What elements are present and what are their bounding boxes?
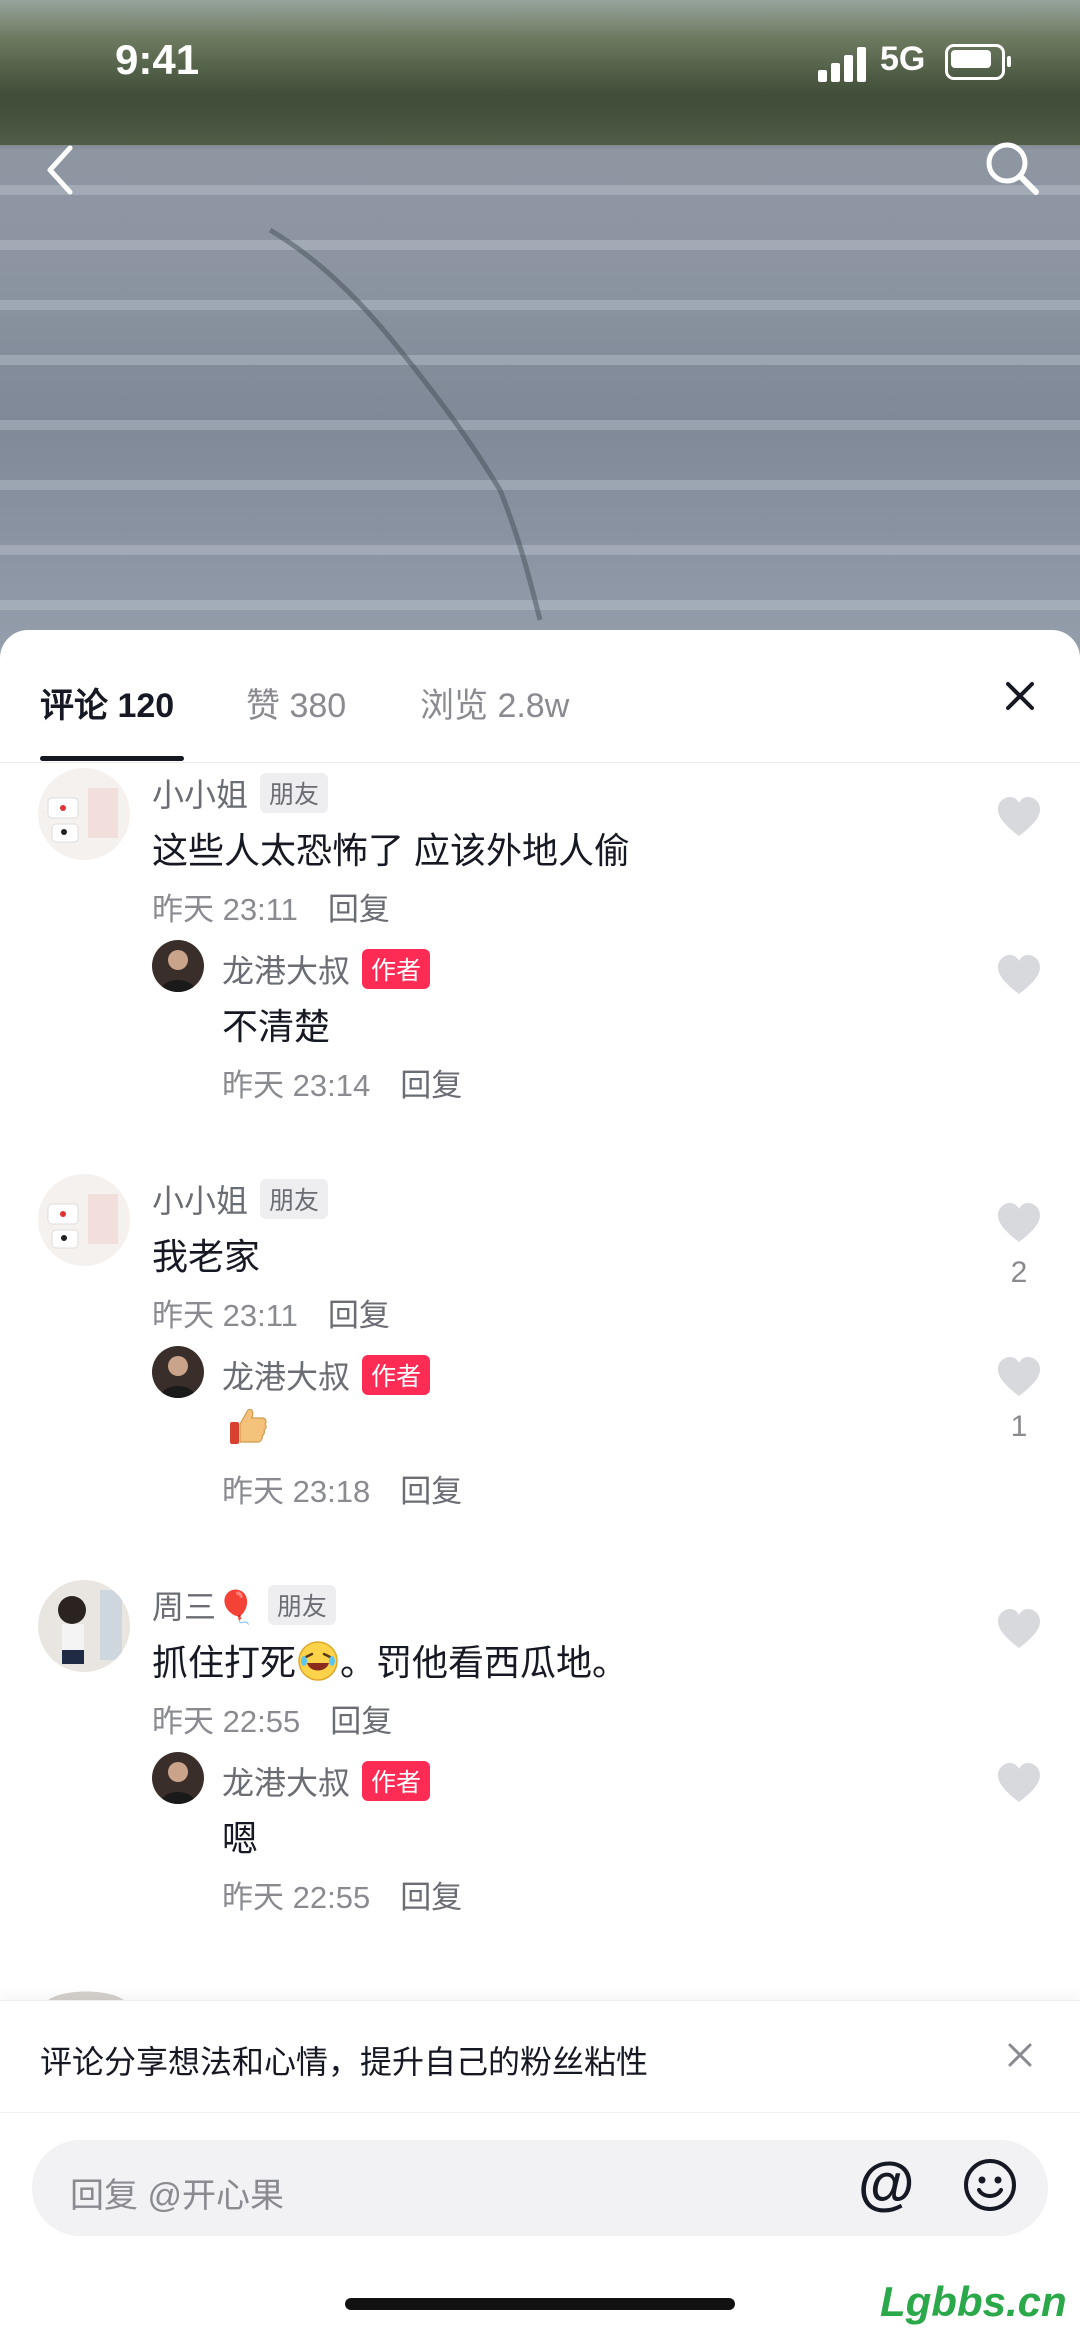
back-arrow-icon[interactable] <box>40 140 80 200</box>
emoji-icon[interactable] <box>962 2157 1018 2213</box>
reply-button[interactable]: 回复 <box>400 1880 462 1915</box>
comment-author[interactable]: 小小姐 朋友 <box>152 1176 329 1222</box>
heart-icon[interactable] <box>996 1202 1042 1244</box>
active-tab-indicator <box>40 756 184 761</box>
tab-likes[interactable]: 赞 380 <box>246 678 346 727</box>
avatar[interactable] <box>38 1580 130 1672</box>
reply-button[interactable]: 回复 <box>328 892 390 927</box>
friend-badge: 朋友 <box>260 1179 329 1219</box>
heart-icon[interactable] <box>996 1762 1042 1804</box>
laughing-emoji-icon <box>298 1641 338 1681</box>
avatar[interactable] <box>152 1346 204 1398</box>
comment-time: 昨天 23:14 <box>222 1068 371 1103</box>
close-icon[interactable] <box>1000 676 1040 716</box>
tip-text: 评论分享想法和心情，提升自己的粉丝粘性 <box>40 2044 649 2080</box>
tab-views[interactable]: 浏览 2.8w <box>420 678 569 727</box>
avatar[interactable] <box>38 1174 130 1266</box>
watermark: Lgbbs.cn <box>880 2278 1067 2325</box>
tab-bar: 评论 120 赞 380 浏览 2.8w <box>0 630 1080 763</box>
author-badge: 作者 <box>362 949 431 989</box>
avatar[interactable] <box>152 1752 204 1804</box>
at-icon[interactable]: @ <box>858 2155 915 2213</box>
heart-icon[interactable] <box>996 954 1042 996</box>
comment-time: 昨天 23:11 <box>152 1298 298 1333</box>
comment-meta: 昨天 23:14 回复 <box>222 1060 462 1105</box>
video-background <box>0 0 1080 660</box>
comment-author[interactable]: 周三🎈 朋友 <box>152 1582 336 1628</box>
comment-meta: 昨天 23:18 回复 <box>222 1466 462 1511</box>
heart-icon[interactable] <box>996 796 1042 838</box>
comment-meta: 昨天 23:11 回复 <box>152 1290 390 1335</box>
heart-icon[interactable] <box>996 1356 1042 1398</box>
comment-time: 昨天 23:11 <box>152 892 298 927</box>
ground-crack <box>268 227 543 621</box>
author-badge: 作者 <box>362 1355 431 1395</box>
search-icon[interactable] <box>982 138 1042 198</box>
input-placeholder: 回复 @开心果 <box>70 2177 284 2215</box>
reply-button[interactable]: 回复 <box>400 1068 462 1103</box>
comment-author[interactable]: 龙港大叔 作者 <box>222 946 431 992</box>
reply-button[interactable]: 回复 <box>400 1474 462 1509</box>
tip-banner: 评论分享想法和心情，提升自己的粉丝粘性 <box>0 2000 1080 2113</box>
battery-icon <box>945 44 1011 80</box>
comment-time: 昨天 23:18 <box>222 1474 371 1509</box>
comment-meta: 昨天 22:55 回复 <box>152 1696 392 1741</box>
friend-badge: 朋友 <box>267 1585 336 1625</box>
like-count: 1 <box>1010 1410 1028 1443</box>
signal-icon <box>818 46 870 82</box>
author-badge: 作者 <box>362 1761 431 1801</box>
thumbs-up-emoji-icon <box>230 1408 267 1444</box>
comment-list: 小小姐 朋友 这些人太恐怖了 应该外地人偷 昨天 23:11 回复 龙港大叔 作者 不… <box>0 762 1080 1962</box>
comment-text: 我老家 <box>152 1236 261 1277</box>
close-icon[interactable] <box>1004 2039 1036 2071</box>
heart-icon[interactable] <box>996 1608 1042 1650</box>
status-bar: 9:41 5G <box>0 30 1080 90</box>
network-type: 5G <box>880 40 926 78</box>
status-time: 9:41 <box>115 36 200 83</box>
friend-badge: 朋友 <box>260 773 329 813</box>
comment-time: 昨天 22:55 <box>152 1704 301 1739</box>
reply-button[interactable]: 回复 <box>330 1704 392 1739</box>
avatar[interactable] <box>38 768 130 860</box>
home-indicator <box>345 2298 735 2310</box>
comment-text: 嗯 <box>222 1818 259 1859</box>
comment-meta: 昨天 22:55 回复 <box>222 1872 462 1917</box>
comment-meta: 昨天 23:11 回复 <box>152 884 390 929</box>
comment-text: 抓住打死 。罚他看西瓜地。 <box>152 1634 628 1686</box>
comment-time: 昨天 22:55 <box>222 1880 371 1915</box>
comment-author[interactable]: 龙港大叔 作者 <box>222 1758 431 1804</box>
tab-comments[interactable]: 评论 120 <box>40 678 174 727</box>
comment-text: 不清楚 <box>222 1006 331 1047</box>
reply-button[interactable]: 回复 <box>328 1298 390 1333</box>
like-count: 2 <box>1010 1256 1028 1289</box>
comment-text: 这些人太恐怖了 应该外地人偷 <box>152 830 631 871</box>
avatar[interactable] <box>152 940 204 992</box>
comment-author[interactable]: 小小姐 朋友 <box>152 770 329 816</box>
comment-author[interactable]: 龙港大叔 作者 <box>222 1352 431 1398</box>
